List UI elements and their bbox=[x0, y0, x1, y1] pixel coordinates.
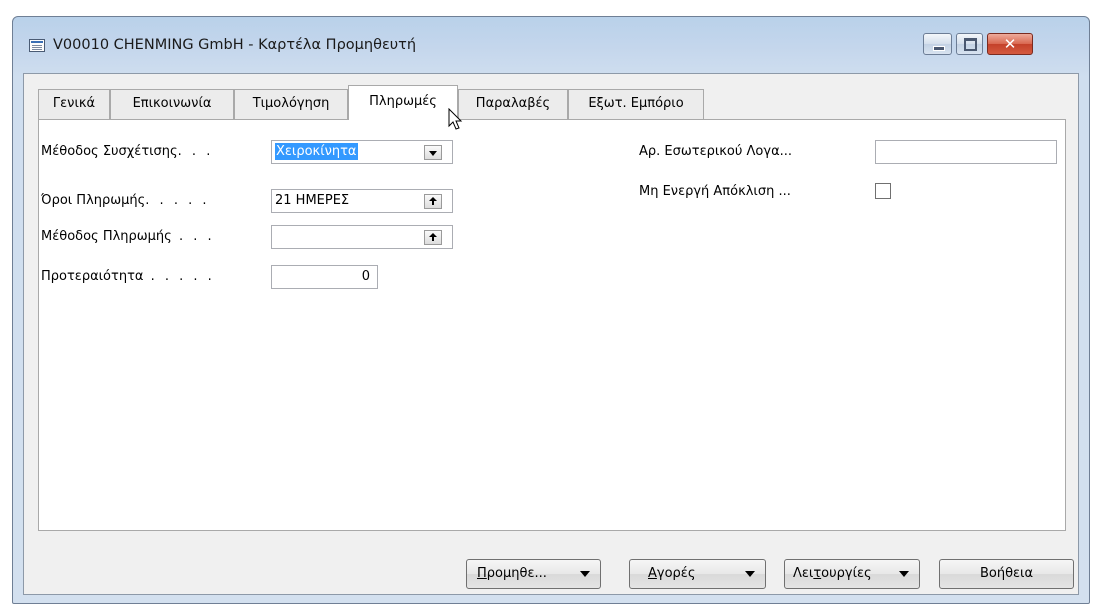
tab-foreign-trade[interactable]: Εξωτ. Εμπόριο bbox=[568, 89, 704, 119]
vendor-button-label: Προμηθε... bbox=[477, 566, 547, 581]
maximize-button[interactable] bbox=[956, 33, 983, 55]
functions-menu-button[interactable]: Λειτουργίες bbox=[784, 559, 920, 589]
tab-general[interactable]: Γενικά bbox=[38, 89, 110, 119]
functions-button-label: Λειτουργίες bbox=[793, 566, 872, 581]
block-payment-tolerance-label: Μη Ενεργή Απόκλιση ... bbox=[639, 184, 791, 199]
our-account-no-field[interactable] bbox=[875, 140, 1057, 164]
our-account-no-label: Αρ. Εσωτερικού Λογα... bbox=[639, 144, 793, 159]
purchases-menu-button[interactable]: Αγορές bbox=[629, 559, 766, 589]
title-bar[interactable]: V00010 CHENMING GmbH - Καρτέλα Προμηθευτ… bbox=[13, 17, 1089, 73]
vendor-card-window: V00010 CHENMING GmbH - Καρτέλα Προμηθευτ… bbox=[12, 16, 1090, 604]
lookup-arrow-icon bbox=[429, 233, 437, 241]
chevron-down-icon bbox=[429, 151, 437, 156]
lookup-button[interactable] bbox=[424, 230, 442, 245]
chevron-down-icon bbox=[745, 571, 755, 577]
help-button[interactable]: Βοήθεια bbox=[939, 559, 1074, 589]
tab-payments[interactable]: Πληρωμές bbox=[348, 85, 458, 120]
tab-receiving[interactable]: Παραλαβές bbox=[458, 89, 568, 119]
purchases-button-label: Αγορές bbox=[648, 566, 696, 581]
application-method-label: Μέθοδος Συσχέτισης. . . bbox=[41, 144, 214, 159]
payment-method-label: Μέθοδος Πληρωμής . . . bbox=[41, 229, 215, 244]
payment-terms-field[interactable]: 21 ΗΜΕΡΕΣ bbox=[271, 189, 453, 213]
block-payment-tolerance-checkbox[interactable] bbox=[875, 183, 891, 199]
dropdown-button[interactable] bbox=[424, 145, 442, 160]
application-method-value: Χειροκίνητα bbox=[275, 143, 358, 160]
chevron-down-icon bbox=[580, 571, 590, 577]
payments-tab-panel: Μέθοδος Συσχέτισης. . . Χειροκίνητα Όροι… bbox=[38, 119, 1066, 531]
payment-method-field[interactable] bbox=[271, 225, 453, 249]
priority-label: Προτεραιότητα . . . . . bbox=[41, 269, 215, 284]
mouse-pointer-icon bbox=[448, 108, 463, 130]
application-method-field[interactable]: Χειροκίνητα bbox=[271, 140, 453, 164]
minimize-icon bbox=[933, 46, 945, 51]
maximize-icon bbox=[964, 38, 977, 51]
form-client-area: Γενικά Επικοινωνία Τιμολόγηση Πληρωμές Π… bbox=[23, 73, 1079, 595]
tab-invoicing[interactable]: Τιμολόγηση bbox=[234, 89, 348, 119]
tab-communication[interactable]: Επικοινωνία bbox=[110, 89, 234, 119]
payment-terms-label: Όροι Πληρωμής. . . . . bbox=[41, 193, 210, 208]
window-title: V00010 CHENMING GmbH - Καρτέλα Προμηθευτ… bbox=[53, 37, 417, 53]
payment-terms-value: 21 ΗΜΕΡΕΣ bbox=[275, 193, 350, 208]
vendor-menu-button[interactable]: Προμηθε... bbox=[466, 559, 601, 589]
chevron-down-icon bbox=[899, 571, 909, 577]
close-icon: ✕ bbox=[1003, 35, 1017, 53]
lookup-arrow-icon bbox=[429, 197, 437, 205]
lookup-button[interactable] bbox=[424, 194, 442, 209]
form-icon bbox=[29, 39, 45, 52]
minimize-button[interactable] bbox=[923, 33, 952, 55]
close-button[interactable]: ✕ bbox=[987, 33, 1033, 55]
priority-value: 0 bbox=[361, 269, 370, 284]
priority-field[interactable]: 0 bbox=[271, 265, 378, 289]
